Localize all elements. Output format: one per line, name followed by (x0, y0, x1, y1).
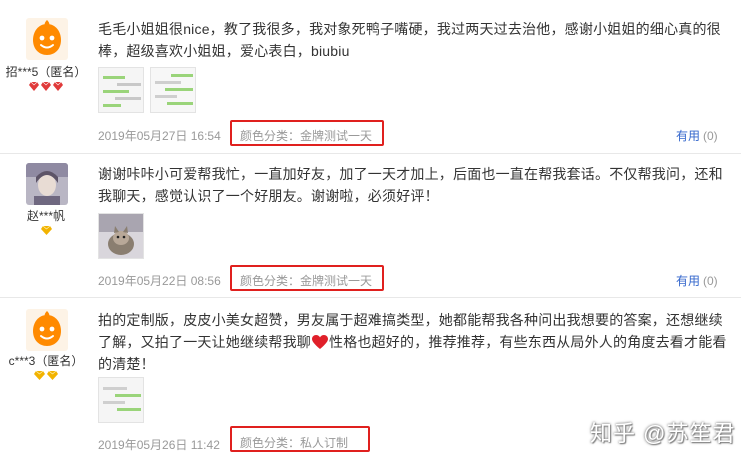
chat-screenshot-icon (99, 378, 143, 422)
review-photos (98, 67, 202, 113)
review-item: 赵***帆 谢谢咔咔小可爱帮我忙，一直加好友，加了一天才加上，后面也一直在帮我套… (0, 153, 741, 297)
review-photo-thumbnail[interactable] (98, 377, 144, 423)
avatar[interactable] (26, 309, 68, 351)
useful-count: (0) (703, 129, 718, 143)
review-item: 招***5（匿名） 毛毛小姐姐很nice，教了我很多，我对象死鸭子嘴硬，我过两天… (0, 0, 741, 153)
useful-button[interactable]: 有用 (0) (676, 127, 718, 144)
sku-variant: 颜色分类：金牌测试一天 (240, 129, 373, 143)
review-date: 2019年05月27日 16:54 (98, 129, 221, 143)
taobao-default-avatar-icon (26, 18, 68, 60)
review-photo-thumbnail[interactable] (98, 67, 144, 113)
taobao-default-avatar-icon (26, 309, 68, 351)
reviewer-name: 招***5（匿名） (5, 65, 87, 79)
red-heart-icon (312, 335, 328, 349)
review-text: 拍的定制版，皮皮小美女超赞，男友属于超难搞类型，她都能帮我各种问出我想要的答案，… (98, 309, 730, 375)
avatar[interactable] (26, 163, 68, 205)
red-diamond-icon (29, 82, 39, 91)
useful-label[interactable]: 有用 (676, 129, 700, 143)
useful-count: (0) (703, 274, 718, 288)
sku-variant: 颜色分类：金牌测试一天 (240, 274, 373, 288)
red-diamond-icon (41, 82, 51, 91)
review-text: 谢谢咔咔小可爱帮我忙，一直加好友，加了一天才加上，后面也一直在帮我套话。不仅帮我… (98, 166, 723, 204)
buyer-level-badges (0, 371, 92, 380)
review-photo-thumbnail[interactable] (150, 67, 196, 113)
red-diamond-icon (53, 82, 63, 91)
gold-diamond-icon (47, 371, 58, 380)
review-photos (98, 213, 150, 259)
reviewer-name: c***3（匿名） (8, 354, 84, 368)
review-date: 2019年05月22日 08:56 (98, 274, 221, 288)
sku-variant: 颜色分类：私人订制 (240, 436, 349, 450)
gold-diamond-icon (34, 371, 45, 380)
zhihu-watermark: 知乎 @苏笙君 (590, 421, 736, 446)
useful-label[interactable]: 有用 (676, 274, 700, 288)
user-photo-avatar-icon (26, 163, 68, 205)
buyer-level-badges (0, 226, 92, 235)
chat-screenshot-icon (151, 68, 195, 112)
avatar[interactable] (26, 18, 68, 60)
cat-photo-icon (99, 214, 143, 258)
buyer-level-badges (0, 82, 92, 91)
useful-button[interactable]: 有用 (0) (676, 272, 718, 289)
review-photos (98, 377, 150, 423)
chat-screenshot-icon (99, 68, 143, 112)
reviewer-name: 赵***帆 (26, 209, 65, 223)
review-date: 2019年05月26日 11:42 (98, 438, 220, 452)
review-photo-thumbnail[interactable] (98, 213, 144, 259)
review-text: 毛毛小姐姐很nice，教了我很多，我对象死鸭子嘴硬，我过两天过去治他，感谢小姐姐… (98, 21, 721, 59)
gold-diamond-icon (40, 226, 52, 235)
